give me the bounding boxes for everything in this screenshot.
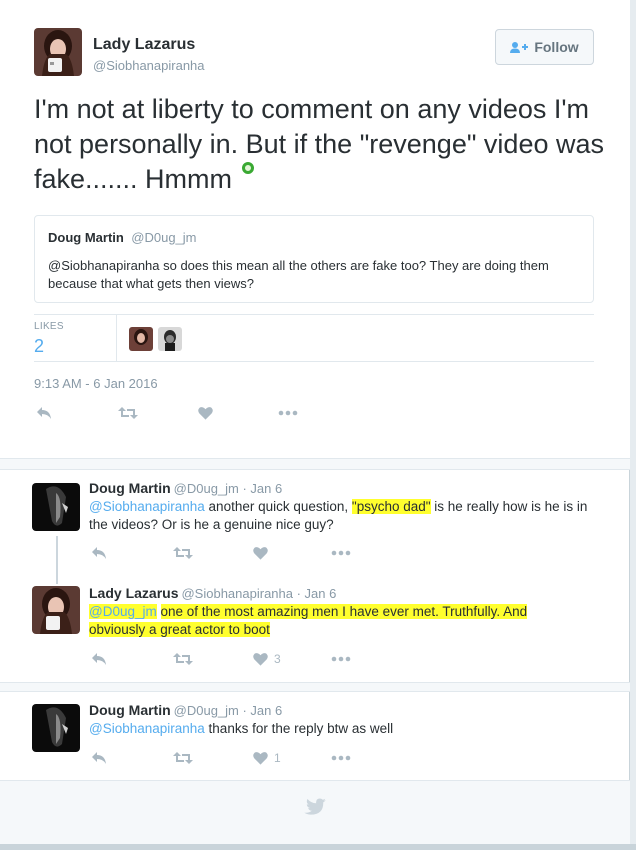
tweet-card: Lady Lazarus @Siobhanapiranha Follow I'm… (0, 0, 630, 850)
highlighted-text: "psycho dad" (351, 499, 431, 514)
tweet-text: I'm not at liberty to comment on any vid… (34, 92, 604, 197)
footer (0, 780, 630, 850)
reply-author-name[interactable]: Lady Lazarus (89, 585, 178, 601)
reply-meta[interactable]: @D0ug_jm · Jan 6 (174, 481, 283, 496)
reply-text: @Siobhanapiranha thanks for the reply bt… (89, 720, 599, 738)
more-button[interactable] (331, 656, 351, 662)
quoted-author-handle: @D0ug_jm (131, 230, 197, 245)
more-dots-icon (331, 550, 351, 556)
like-button[interactable] (198, 406, 278, 420)
author-name[interactable]: Lady Lazarus (93, 36, 195, 54)
reply-icon (92, 752, 106, 764)
liker-avatar[interactable] (129, 327, 153, 351)
likes-count[interactable]: 2 (34, 336, 44, 357)
reply-author-line: Doug Martin @D0ug_jm · Jan 6 (89, 702, 282, 718)
main-tweet: Lady Lazarus @Siobhanapiranha Follow I'm… (0, 0, 630, 458)
like-count: 3 (274, 652, 281, 666)
reply-mention-link[interactable]: @Siobhanapiranha (89, 499, 205, 514)
retweet-icon (173, 653, 193, 665)
follow-label: Follow (534, 39, 579, 55)
reply-button[interactable] (91, 751, 173, 765)
quoted-text: @Siobhanapiranha so does this mean all t… (48, 258, 549, 291)
thread-connector-line (56, 536, 58, 584)
more-dots-icon (331, 755, 351, 761)
reply-action-bar: 3 (91, 652, 351, 666)
more-button[interactable] (278, 410, 298, 416)
timestamp[interactable]: 9:13 AM - 6 Jan 2016 (34, 376, 158, 391)
action-bar (36, 406, 298, 420)
like-button[interactable]: 1 (253, 751, 331, 765)
liker-avatar[interactable] (158, 327, 182, 351)
heart-icon (198, 407, 213, 420)
tweet-stats: LIKES 2 (34, 314, 594, 362)
retweet-icon (173, 752, 193, 764)
retweet-icon (118, 407, 138, 419)
reply-author-line: Lady Lazarus @Siobhanapiranha · Jan 6 (89, 585, 336, 601)
reply-meta[interactable]: @Siobhanapiranha · Jan 6 (181, 586, 336, 601)
tweet-body: I'm not at liberty to comment on any vid… (34, 94, 604, 194)
more-dots-icon (331, 656, 351, 662)
more-button[interactable] (331, 755, 351, 761)
heart-icon (253, 547, 268, 560)
reply-mention-link[interactable]: @D0ug_jm (89, 604, 157, 619)
follow-button[interactable]: Follow (495, 29, 594, 65)
lady-lazarus-avatar[interactable] (34, 28, 82, 76)
twitter-bird-icon (304, 798, 326, 815)
retweet-button[interactable] (173, 751, 253, 765)
reply-tweet: Doug Martin @D0ug_jm · Jan 6 @Siobhanapir… (0, 692, 630, 780)
heart-icon (253, 752, 268, 765)
reply-tweet: Doug Martin @D0ug_jm · Jan 6 @Siobhanapir… (0, 470, 630, 580)
reply-tweet: Lady Lazarus @Siobhanapiranha · Jan 6 @D0… (0, 580, 630, 682)
reply-button[interactable] (91, 652, 173, 666)
reply-text-part: thanks for the reply btw as well (204, 721, 394, 736)
section-divider (0, 682, 630, 692)
reply-text: @D0ug_jm one of the most amazing men I h… (89, 603, 579, 639)
like-count: 1 (274, 751, 281, 765)
like-button[interactable]: 3 (253, 652, 331, 666)
more-button[interactable] (331, 550, 351, 556)
reply-author-name[interactable]: Doug Martin (89, 480, 171, 496)
heart-icon (253, 653, 268, 666)
window-bottom-edge (0, 844, 636, 850)
reply-button[interactable] (36, 406, 118, 420)
reply-mention-link[interactable]: @Siobhanapiranha (89, 721, 205, 736)
reply-author-line: Doug Martin @D0ug_jm · Jan 6 (89, 480, 282, 496)
reply-text-part: another quick question, (204, 499, 352, 514)
reply-action-bar (91, 546, 351, 560)
doug-martin-avatar[interactable] (32, 483, 80, 531)
reply-icon (37, 407, 51, 419)
lady-lazarus-avatar[interactable] (32, 586, 80, 634)
reply-author-name[interactable]: Doug Martin (89, 702, 171, 718)
stats-divider (116, 315, 117, 361)
reply-action-bar: 1 (91, 751, 351, 765)
retweet-button[interactable] (173, 546, 253, 560)
like-button[interactable] (253, 546, 331, 560)
retweet-button[interactable] (118, 406, 198, 420)
reply-icon (92, 653, 106, 665)
green-circle-emoji-icon (242, 162, 255, 174)
quoted-author-name: Doug Martin (48, 230, 124, 245)
likes-label: LIKES (34, 321, 64, 332)
section-divider (0, 458, 630, 470)
author-handle[interactable]: @Siobhanapiranha (93, 58, 205, 73)
quoted-tweet[interactable]: Doug Martin @D0ug_jm @Siobhanapiranha so… (34, 215, 594, 303)
reply-text: @Siobhanapiranha another quick question,… (89, 498, 599, 534)
reply-button[interactable] (91, 546, 173, 560)
follow-user-icon (510, 41, 529, 53)
retweet-button[interactable] (173, 652, 253, 666)
more-dots-icon (278, 410, 298, 416)
retweet-icon (173, 547, 193, 559)
reply-icon (92, 547, 106, 559)
reply-meta[interactable]: @D0ug_jm · Jan 6 (174, 703, 283, 718)
doug-martin-avatar[interactable] (32, 704, 80, 752)
